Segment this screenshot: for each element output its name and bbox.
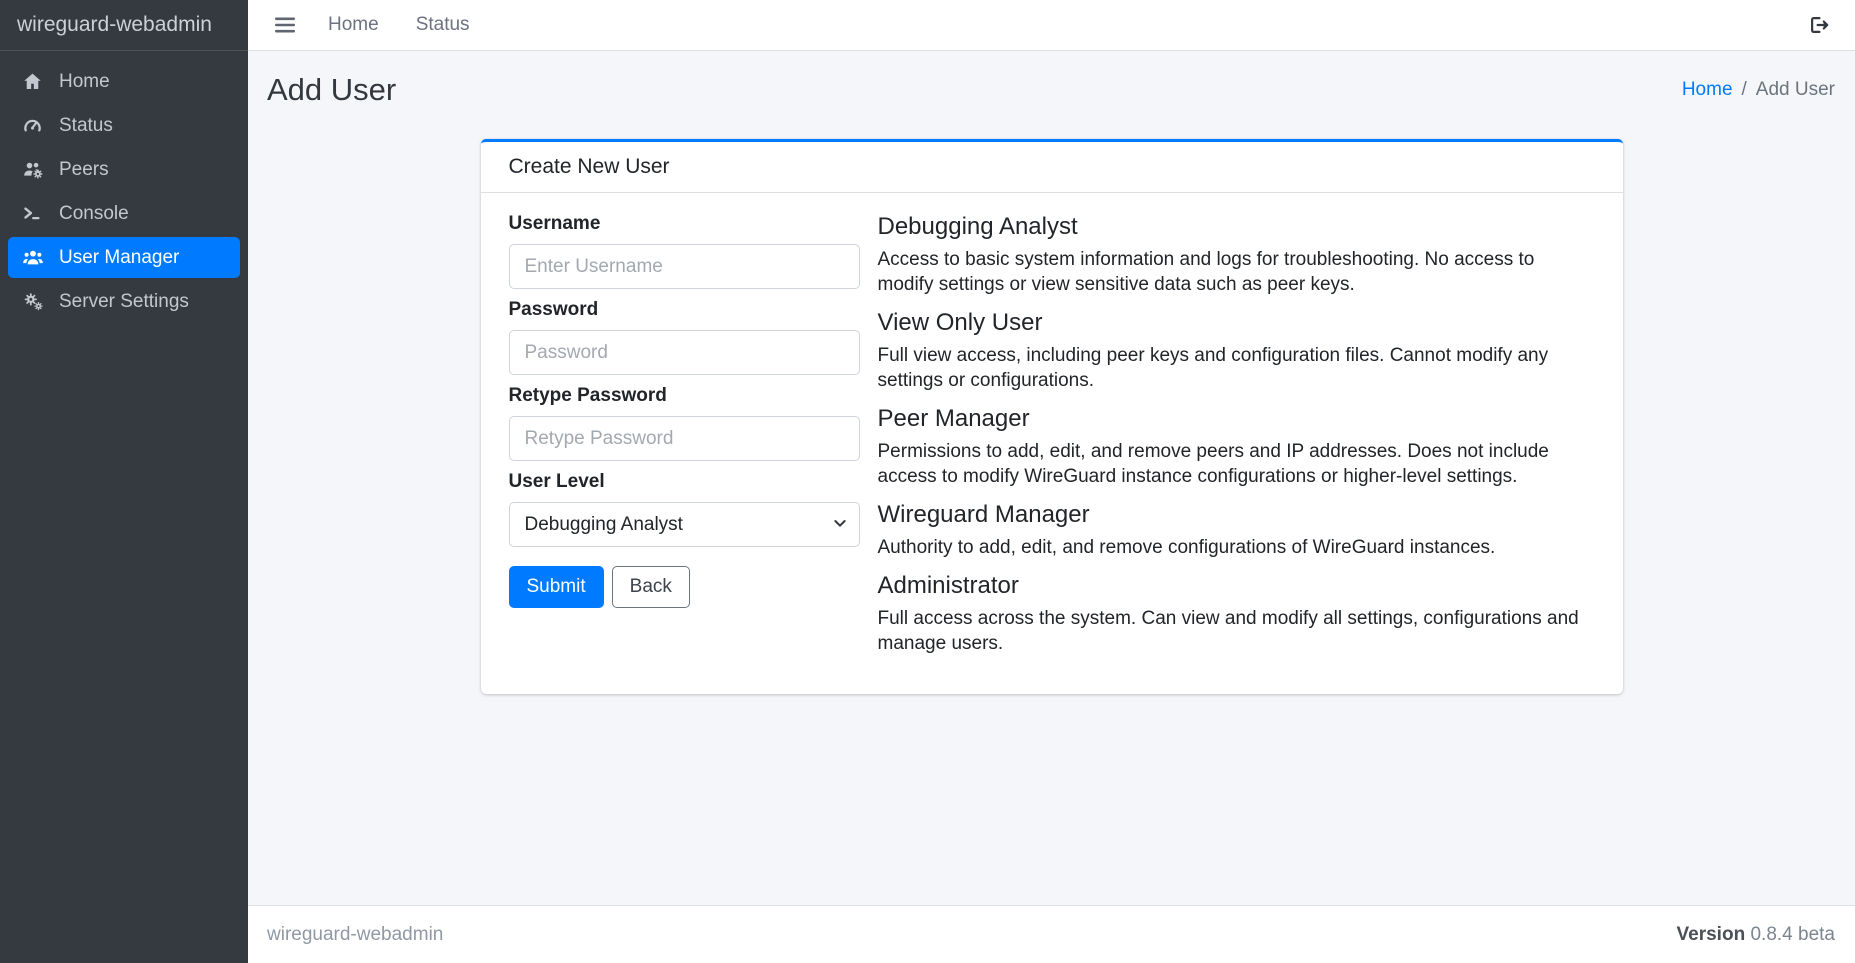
page-header: Add User Home / Add User: [248, 51, 1855, 108]
gears-icon: [19, 291, 46, 312]
sidebar-item-user-manager[interactable]: User Manager: [8, 237, 240, 278]
password-field-group: Password: [509, 299, 860, 375]
breadcrumb-home-link[interactable]: Home: [1682, 79, 1733, 101]
sidebar: wireguard-webadmin Home Status: [0, 0, 248, 963]
username-input[interactable]: [509, 244, 860, 289]
role-block-debugging-analyst: Debugging Analyst Access to basic system…: [878, 213, 1593, 297]
role-name: Administrator: [878, 572, 1593, 600]
sidebar-item-console[interactable]: Console: [8, 193, 240, 234]
role-description: Full access across the system. Can view …: [878, 606, 1593, 656]
terminal-icon: [19, 203, 46, 224]
retype-password-input[interactable]: [509, 416, 860, 461]
role-name: View Only User: [878, 309, 1593, 337]
role-description: Permissions to add, edit, and remove pee…: [878, 439, 1593, 489]
card-body: Username Password Retype Password U: [481, 193, 1623, 694]
sidebar-item-peers[interactable]: Peers: [8, 149, 240, 190]
hamburger-icon: [274, 16, 296, 34]
role-block-peer-manager: Peer Manager Permissions to add, edit, a…: [878, 405, 1593, 489]
role-descriptions: Debugging Analyst Access to basic system…: [860, 213, 1593, 668]
content-area: Add User Home / Add User Create New User…: [248, 51, 1855, 905]
brand-link[interactable]: wireguard-webadmin: [0, 0, 248, 51]
footer-version-label: Version: [1677, 924, 1746, 945]
topbar-link-home[interactable]: Home: [328, 14, 379, 36]
topbar: Home Status: [248, 0, 1855, 51]
submit-button[interactable]: Submit: [509, 566, 604, 608]
page-title: Add User: [267, 72, 396, 108]
sign-out-icon: [1807, 14, 1831, 36]
user-level-field-group: User Level Debugging Analyst: [509, 471, 860, 547]
user-level-select-wrap: Debugging Analyst: [509, 502, 860, 547]
role-block-wireguard-manager: Wireguard Manager Authority to add, edit…: [878, 501, 1593, 560]
role-description: Access to basic system information and l…: [878, 247, 1593, 297]
sidebar-item-server-settings[interactable]: Server Settings: [8, 281, 240, 322]
user-level-select[interactable]: Debugging Analyst: [509, 502, 860, 547]
users-icon: [19, 247, 46, 268]
sidebar-item-label: Console: [59, 203, 129, 225]
main-column: Home Status Add User Home: [248, 0, 1855, 963]
user-level-label: User Level: [509, 471, 860, 493]
role-name: Debugging Analyst: [878, 213, 1593, 241]
footer-brand: wireguard-webadmin: [267, 924, 443, 946]
form-buttons: Submit Back: [509, 566, 860, 608]
home-icon: [19, 71, 46, 92]
retype-password-field-group: Retype Password: [509, 385, 860, 461]
retype-password-label: Retype Password: [509, 385, 860, 407]
sidebar-item-label: Status: [59, 115, 113, 137]
logout-button[interactable]: [1805, 12, 1833, 38]
brand-label: wireguard-webadmin: [17, 13, 212, 37]
role-description: Full view access, including peer keys an…: [878, 343, 1593, 393]
sidebar-item-status[interactable]: Status: [8, 105, 240, 146]
sidebar-item-label: Server Settings: [59, 291, 189, 313]
role-name: Wireguard Manager: [878, 501, 1593, 529]
sidebar-item-label: Home: [59, 71, 110, 93]
card-header: Create New User: [481, 142, 1623, 193]
breadcrumb-current: Add User: [1756, 79, 1835, 101]
footer-version-value: 0.8.4 beta: [1750, 924, 1835, 945]
username-label: Username: [509, 213, 860, 235]
app-root: wireguard-webadmin Home Status: [0, 0, 1855, 963]
back-button[interactable]: Back: [612, 566, 690, 608]
role-block-view-only-user: View Only User Full view access, includi…: [878, 309, 1593, 393]
sidebar-item-label: Peers: [59, 159, 109, 181]
add-user-form: Username Password Retype Password U: [509, 213, 860, 668]
menu-toggle-button[interactable]: [270, 12, 300, 38]
sidebar-item-home[interactable]: Home: [8, 61, 240, 102]
users-gear-icon: [19, 159, 46, 180]
footer: wireguard-webadmin Version 0.8.4 beta: [248, 905, 1855, 963]
footer-version: Version 0.8.4 beta: [1677, 924, 1835, 946]
sidebar-nav: Home Status: [0, 51, 248, 335]
username-field-group: Username: [509, 213, 860, 289]
topbar-link-status[interactable]: Status: [416, 14, 470, 36]
role-block-administrator: Administrator Full access across the sys…: [878, 572, 1593, 656]
gauge-icon: [19, 115, 46, 136]
password-label: Password: [509, 299, 860, 321]
breadcrumb: Home / Add User: [1682, 79, 1835, 101]
card-title: Create New User: [509, 155, 1595, 179]
role-name: Peer Manager: [878, 405, 1593, 433]
create-user-card: Create New User Username Password: [481, 139, 1623, 694]
sidebar-item-label: User Manager: [59, 247, 179, 269]
password-input[interactable]: [509, 330, 860, 375]
role-description: Authority to add, edit, and remove confi…: [878, 535, 1593, 560]
breadcrumb-separator: /: [1742, 79, 1747, 101]
